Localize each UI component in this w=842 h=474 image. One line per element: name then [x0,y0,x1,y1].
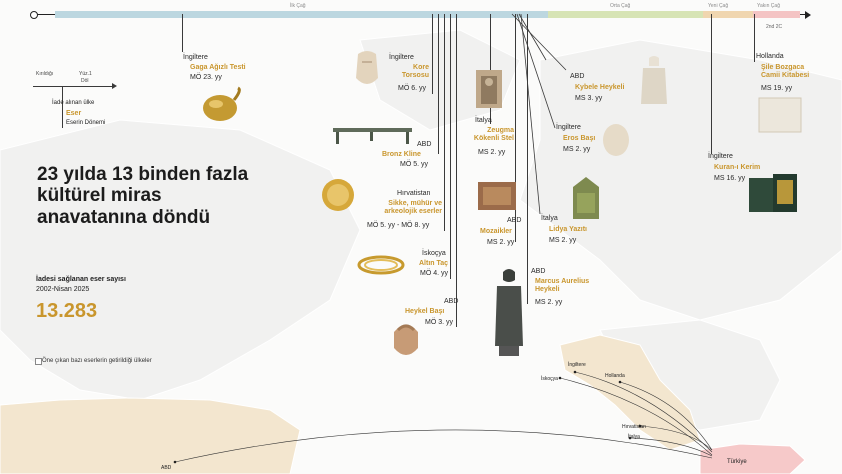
artifact-country: ABD [507,217,522,224]
artifact-name: Sikke, mühür ve arkeolojik eserler [384,200,442,215]
artifact-name: Kuran-ı Kerim [714,164,761,171]
artifact-date: MÖ 23. yy [190,74,222,81]
artifact-country: ABD [570,73,585,80]
artifact-date: MS 2. yy [563,146,591,153]
kybele-statue-image [641,56,667,104]
artifact-country: ABD [444,298,459,305]
artifact-date: MS 2. yy [478,149,506,156]
artifact-country: İngiltere [389,54,414,61]
jug-image [203,86,241,121]
map-label-italya: İtalya [628,434,640,440]
artifact-date: MÖ 6. yy [398,85,427,92]
torso-image [356,51,378,84]
map-label-iskocya: İskoçya [541,376,558,382]
artifact-name: Altın Taç [419,260,449,267]
stele-image [476,70,502,108]
artifact-date: MS 2. yy [487,239,515,246]
artifact-country: İtalya [541,215,558,222]
artifact-country: Hollanda [756,53,784,60]
artifact-date: MÖ 5. yy [400,161,429,168]
mosaic-image [478,182,516,210]
marcus-aurelius-statue-image [495,269,523,356]
coin-image [322,179,354,211]
map-label-hollanda: Hollanda [605,373,625,379]
artifact-name: Kore Torsosu [401,64,429,79]
gold-crown-image [357,255,405,275]
quran-image [749,174,797,212]
artifact-name: Gaga Ağızlı Testi [190,64,246,71]
artifact-country: İngiltere [556,124,581,131]
artifact-name: Lidya Yazıtı [549,226,587,233]
artifact-date: MÖ 3. yy [425,319,454,326]
artifact-date: MS 3. yy [575,95,603,102]
infographic: { "timeline": { "eras": [ {"label": "İlk… [0,0,842,474]
artifact-country: ABD [531,268,546,275]
map-label-ingiltere: İngiltere [568,362,586,368]
artifact-country: ABD [417,141,432,148]
artifact-name: Heykel Başı [405,308,445,315]
artifact-country: İngiltere [708,153,733,160]
artifact-name: Mozaikler [480,228,512,235]
artifact-name: Bronz Kline [382,151,421,158]
artifact-date: MS 2. yy [549,237,577,244]
statue-head-image [394,324,418,355]
artifact-name: Kybele Heykeli [575,84,625,91]
artifact-date: MS 19. yy [761,85,793,92]
artifact-date: MÖ 5. yy - MÖ 8. yy [367,222,430,229]
artifact-name: Zeugma Kökenli Stel [473,127,514,142]
artifact-country: İtalya [475,117,492,124]
artifact-name: Şile Bozgaca Camii Kitabesi [761,64,810,79]
eros-head-image [603,124,629,156]
map-label-abd: ABD [161,465,172,471]
artifact-country: İngiltere [183,54,208,61]
map-label-hirvatistan: Hırvatistan [622,424,646,430]
artifact-date: MS 2. yy [535,299,563,306]
artifact-country: İskoçya [422,250,446,257]
artifact-date: MS 16. yy [714,175,746,182]
artifact-name: Marcus Aurelius Heykeli [535,278,590,293]
map-label-turkiye: Türkiye [727,459,747,465]
artifact-date: MÖ 4. yy [420,270,449,277]
lydia-inscription-image [573,177,599,219]
artifact-name: Eros Başı [563,135,596,142]
artifact-country: Hırvatistan [397,190,431,197]
bronze-kline-image [333,128,412,144]
mosque-inscription-image [758,97,802,133]
